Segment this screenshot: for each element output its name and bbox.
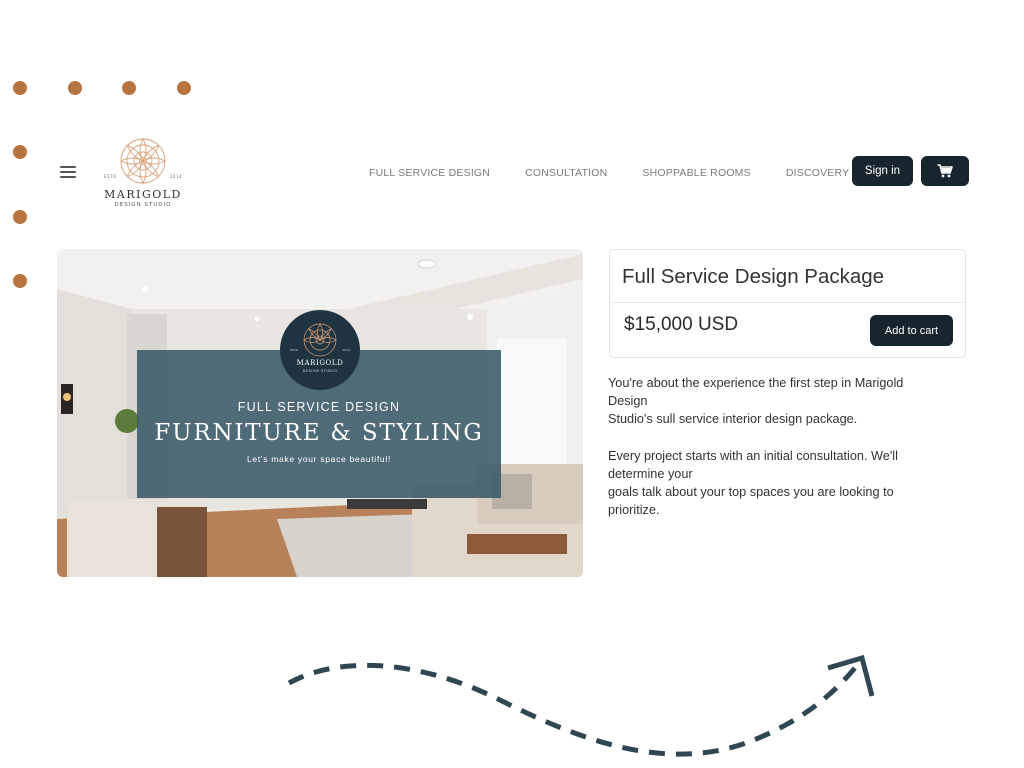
dashed-arrow-decoration [287, 654, 875, 757]
